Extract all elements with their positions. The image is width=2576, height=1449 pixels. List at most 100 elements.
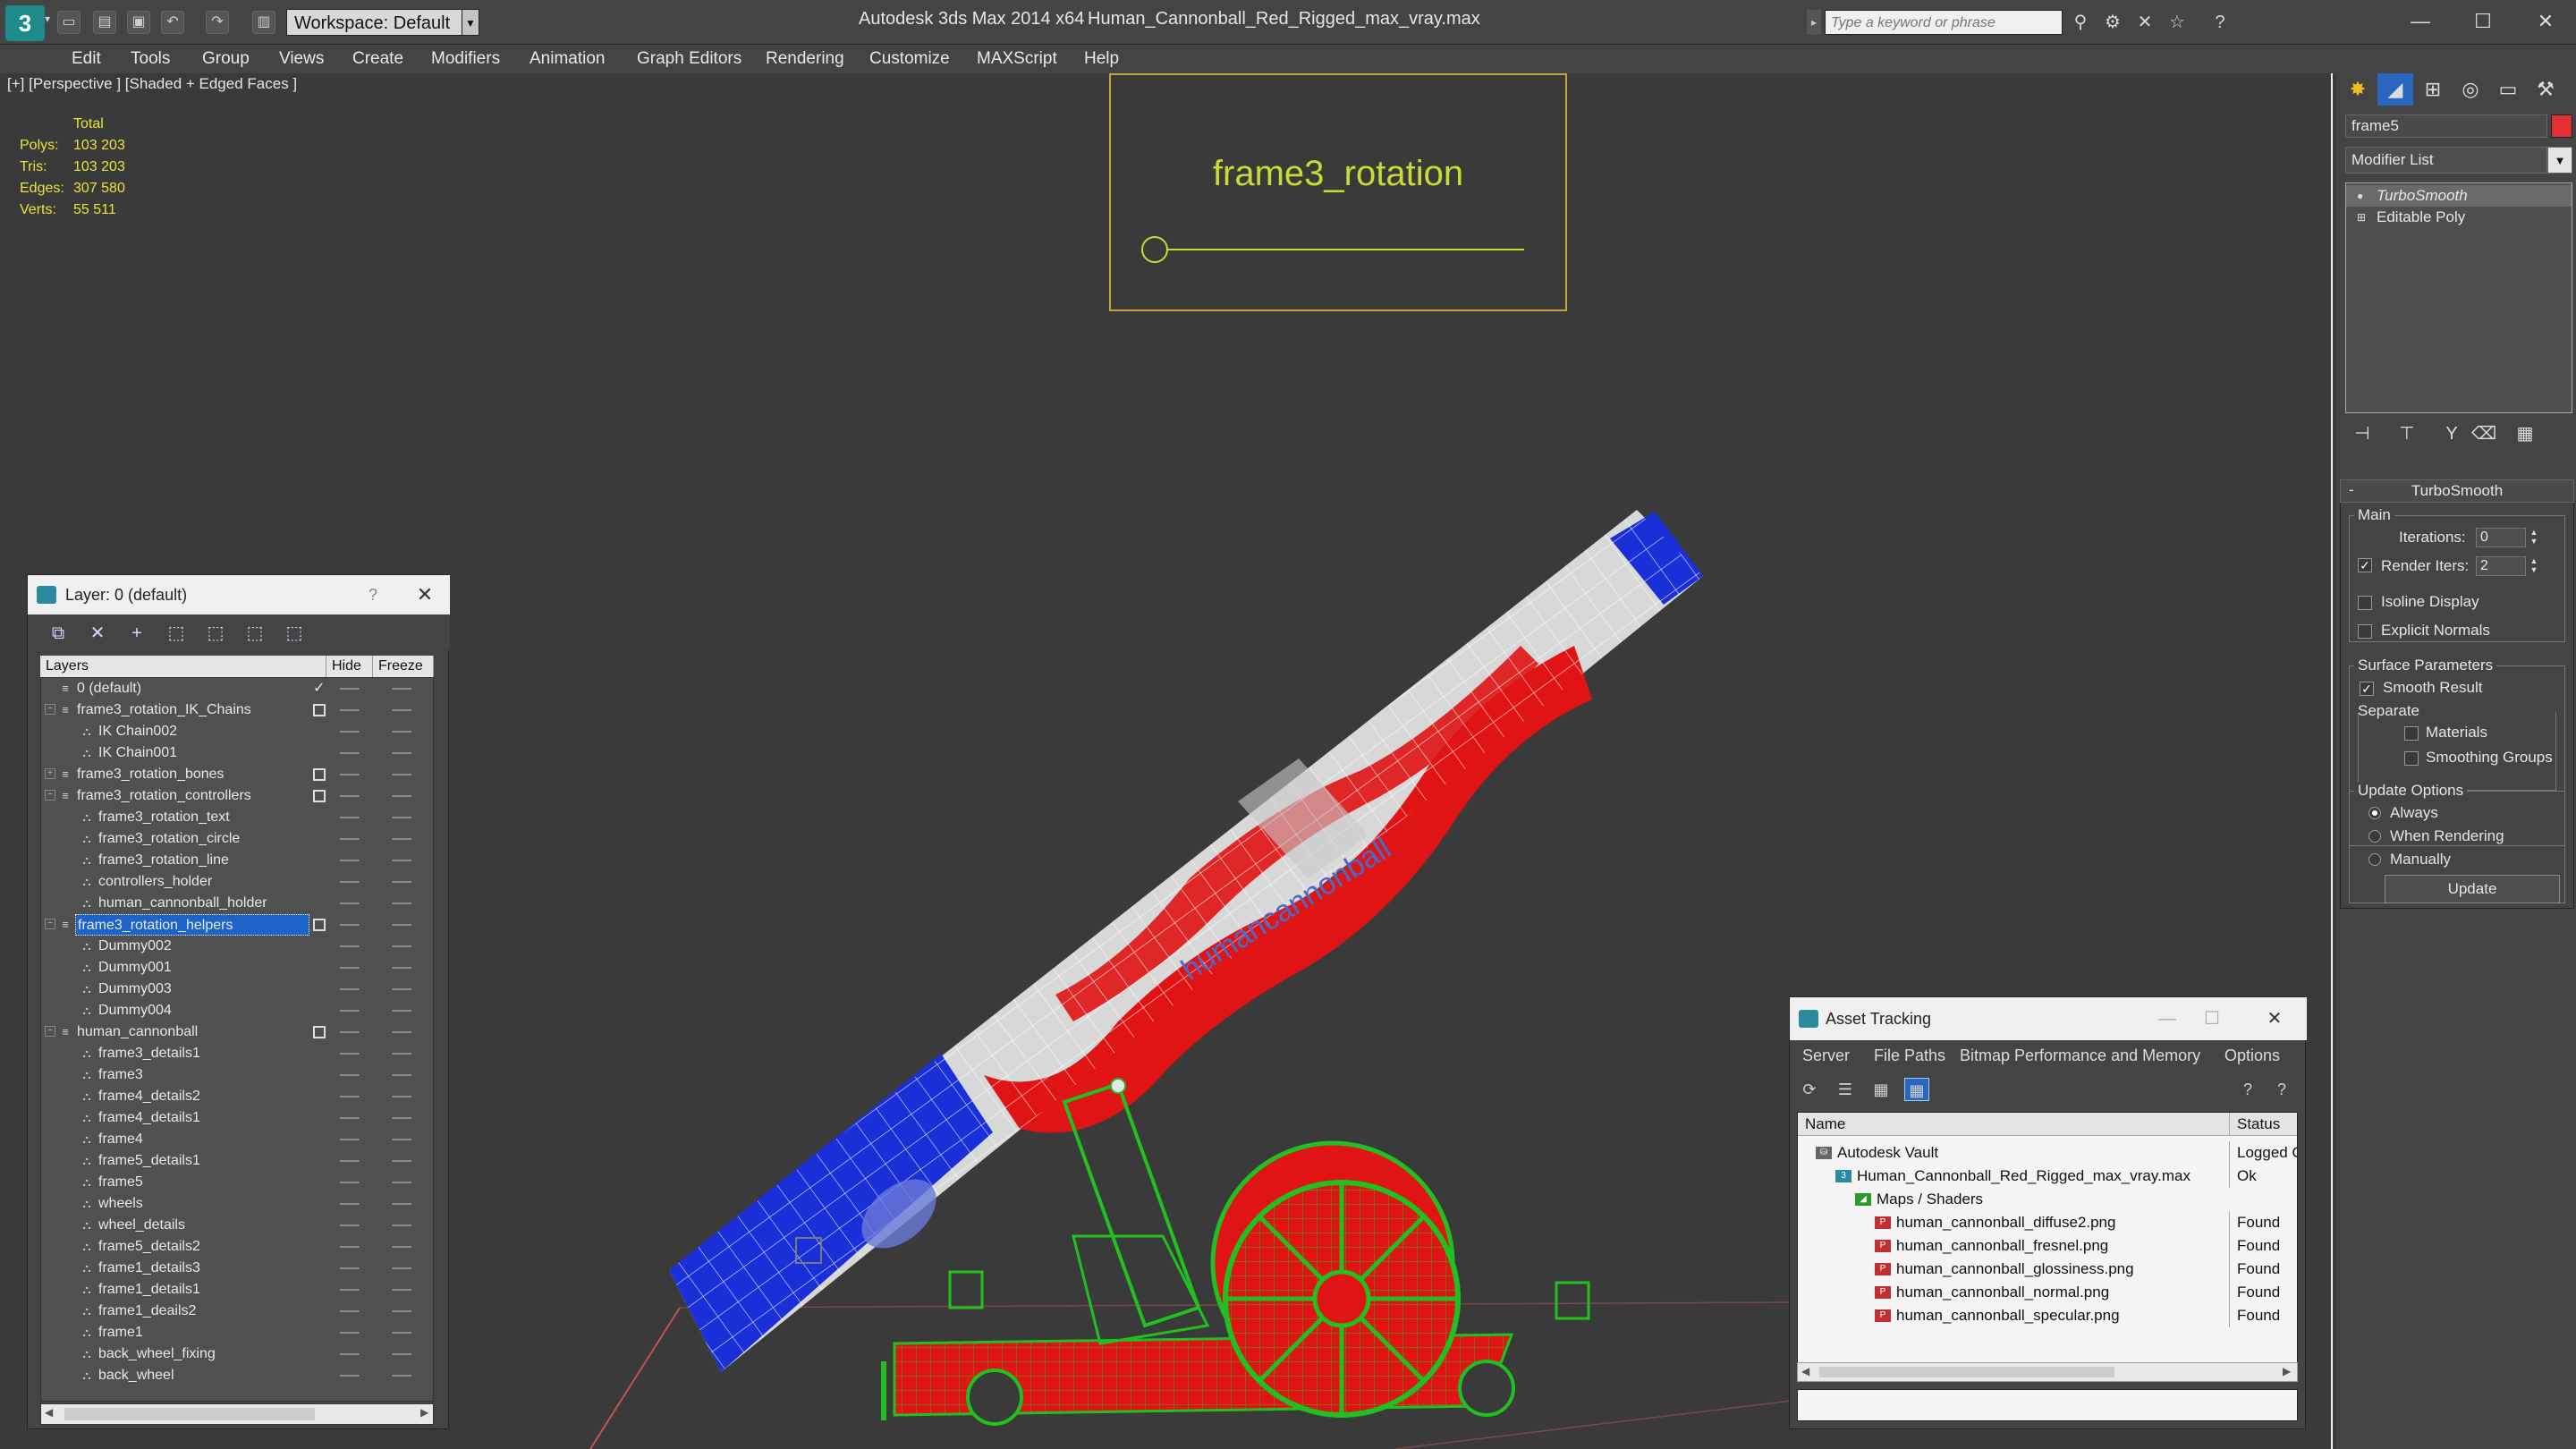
column-layers[interactable]: Layers xyxy=(40,656,326,677)
layer-name[interactable]: frame1 xyxy=(97,1322,309,1343)
asset-row[interactable]: Phuman_cannonball_diffuse2.png Found xyxy=(1798,1211,2297,1234)
list-view-icon[interactable]: ☰ xyxy=(1833,1078,1858,1101)
hide-dash[interactable] xyxy=(340,688,360,690)
redo-icon[interactable]: ↷ xyxy=(206,11,229,34)
column-freeze[interactable]: Freeze xyxy=(373,656,434,677)
search-input[interactable]: Type a keyword or phrase xyxy=(1825,10,2063,35)
freeze-dash[interactable] xyxy=(392,817,411,818)
help-icon[interactable]: ? xyxy=(2207,11,2233,34)
project-folder-icon[interactable]: ▥ xyxy=(252,11,275,34)
menu-animation[interactable]: Animation xyxy=(528,45,607,73)
iterations-input[interactable]: 0 xyxy=(2476,528,2526,547)
layer-name[interactable]: Dummy002 xyxy=(97,936,309,957)
layer-name[interactable]: IK Chain001 xyxy=(97,742,309,764)
hide-dash[interactable] xyxy=(340,1289,360,1291)
layer-name[interactable]: frame1_deails2 xyxy=(97,1301,309,1322)
layer-name[interactable]: frame5 xyxy=(97,1172,309,1193)
layer-object-row[interactable]: ⛬ frame3_details1 xyxy=(41,1043,433,1064)
configure-sets-icon[interactable]: ▦ xyxy=(2510,420,2540,447)
rotation-controller-circle[interactable] xyxy=(1141,236,1168,263)
freeze-dash[interactable] xyxy=(392,1182,411,1183)
menu-views[interactable]: Views xyxy=(277,45,326,73)
cannon-barrel[interactable]: humancannonball xyxy=(669,510,1703,1372)
render-iters-input[interactable]: 2 xyxy=(2476,556,2526,576)
freeze-dash[interactable] xyxy=(392,774,411,775)
help-button[interactable]: ? xyxy=(355,575,391,614)
horizontal-scrollbar[interactable]: ◀ ▶ xyxy=(40,1403,434,1425)
asset-menu-file[interactable]: File xyxy=(1874,1044,1900,1067)
highlight-layer-icon[interactable]: ⬚ xyxy=(203,622,228,645)
hide-dash[interactable] xyxy=(340,795,360,797)
hide-dash[interactable] xyxy=(340,1182,360,1183)
chevron-down-icon[interactable]: ▼ xyxy=(2547,147,2572,174)
hide-dash[interactable] xyxy=(340,1010,360,1012)
freeze-dash[interactable] xyxy=(392,1203,411,1205)
hierarchy-tab-icon[interactable]: ⊞ xyxy=(2415,73,2451,106)
asset-row[interactable]: 3 Human_Cannonball_Red_Rigged_max_vray.ma… xyxy=(1798,1165,2297,1188)
layer-object-row[interactable]: ⛬ IK Chain001 xyxy=(41,742,433,764)
layer-object-row[interactable]: ⛬ Dummy004 xyxy=(41,1000,433,1021)
layer-object-row[interactable]: ⛬ frame1 xyxy=(41,1322,433,1343)
hide-dash[interactable] xyxy=(340,1246,360,1248)
show-end-result-icon[interactable]: ⊤ xyxy=(2392,420,2422,447)
layer-name[interactable]: frame3_rotation_IK_Chains xyxy=(75,699,309,721)
column-hide[interactable]: Hide xyxy=(326,656,373,677)
stack-item-turbosmooth[interactable]: ● TurboSmooth xyxy=(2346,185,2572,207)
create-tab-icon[interactable]: ✸ xyxy=(2340,73,2376,106)
menu-modifiers[interactable]: Modifiers xyxy=(429,45,502,73)
binoculars-icon[interactable]: ⚲ xyxy=(2068,11,2093,34)
hide-dash[interactable] xyxy=(340,1375,360,1377)
communication-icon[interactable]: ✕ xyxy=(2132,11,2157,34)
freeze-dash[interactable] xyxy=(392,1074,411,1076)
maximize-icon[interactable]: ☐ xyxy=(2192,997,2232,1040)
minimize-icon[interactable]: — xyxy=(2148,997,2187,1040)
freeze-dash[interactable] xyxy=(392,1031,411,1033)
scroll-left-icon[interactable]: ◀ xyxy=(45,1406,53,1419)
layer-object-row[interactable]: ⛬ frame3_rotation_line xyxy=(41,850,433,871)
layer-list[interactable]: ≡ 0 (default) ✓ − ≡ frame3_rotation_IK_Chains… xyxy=(40,677,434,1402)
freeze-dash[interactable] xyxy=(392,1117,411,1119)
scroll-left-icon[interactable]: ◀ xyxy=(1801,1365,1809,1377)
hide-toggle[interactable] xyxy=(313,704,326,716)
viewport-label[interactable]: [+] [Perspective ] [Shaded + Edged Faces… xyxy=(7,75,297,93)
hide-dash[interactable] xyxy=(340,967,360,969)
layer-object-row[interactable]: ⛬ frame4_details1 xyxy=(41,1107,433,1129)
layer-name[interactable]: frame5_details1 xyxy=(97,1150,309,1172)
make-unique-icon[interactable]: Y xyxy=(2436,420,2467,447)
layer-object-row[interactable]: ⛬ IK Chain002 xyxy=(41,721,433,742)
smooth-result-checkbox[interactable]: ✓ xyxy=(2360,682,2374,696)
expand-plus-icon[interactable]: ⊞ xyxy=(2357,212,2368,223)
layer-object-row[interactable]: ⛬ frame1_details1 xyxy=(41,1279,433,1301)
layer-object-row[interactable]: ⛬ Dummy002 xyxy=(41,936,433,957)
layer-name[interactable]: back_wheel_fixing xyxy=(97,1343,309,1365)
freeze-dash[interactable] xyxy=(392,881,411,883)
layer-name[interactable]: frame4_details1 xyxy=(97,1107,309,1129)
collapse-icon[interactable]: − xyxy=(45,704,55,715)
layer-object-row[interactable]: ⛬ wheel_details xyxy=(41,1215,433,1236)
hide-dash[interactable] xyxy=(340,1224,360,1226)
hide-dash[interactable] xyxy=(340,838,360,840)
hide-dash[interactable] xyxy=(340,752,360,754)
hide-toggle[interactable] xyxy=(313,1026,326,1038)
layer-name[interactable]: back_wheel xyxy=(97,1365,309,1386)
favorites-star-icon[interactable]: ☆ xyxy=(2165,11,2190,34)
hide-dash[interactable] xyxy=(340,902,360,904)
layer-name[interactable]: frame3_rotation_bones xyxy=(75,764,309,785)
isoline-display-checkbox[interactable] xyxy=(2358,596,2372,610)
modifier-list-dropdown[interactable]: Modifier List xyxy=(2345,147,2547,174)
hide-dash[interactable] xyxy=(340,1031,360,1033)
layer-object-row[interactable]: ⛬ frame3_rotation_circle xyxy=(41,828,433,850)
menu-maxscript[interactable]: MAXScript xyxy=(975,45,1059,73)
app-menu-chevron-icon[interactable]: ▾ xyxy=(45,13,50,25)
freeze-dash[interactable] xyxy=(392,709,411,711)
layer-name[interactable]: 0 (default) xyxy=(75,678,309,699)
scrollbar-thumb[interactable] xyxy=(1819,1367,2114,1377)
select-objects-icon[interactable]: ⬚ xyxy=(164,622,189,645)
freeze-dash[interactable] xyxy=(392,838,411,840)
hide-dash[interactable] xyxy=(340,860,360,861)
layer-object-row[interactable]: ⛬ human_cannonball_holder xyxy=(41,893,433,914)
materials-checkbox[interactable] xyxy=(2404,726,2419,741)
rotation-controller-line[interactable] xyxy=(1168,249,1524,250)
asset-table[interactable]: Name Status ⛁ Autodesk Vault Logged O 3 Huma… xyxy=(1797,1112,2298,1377)
layer-object-row[interactable]: ⛬ frame1_details3 xyxy=(41,1258,433,1279)
